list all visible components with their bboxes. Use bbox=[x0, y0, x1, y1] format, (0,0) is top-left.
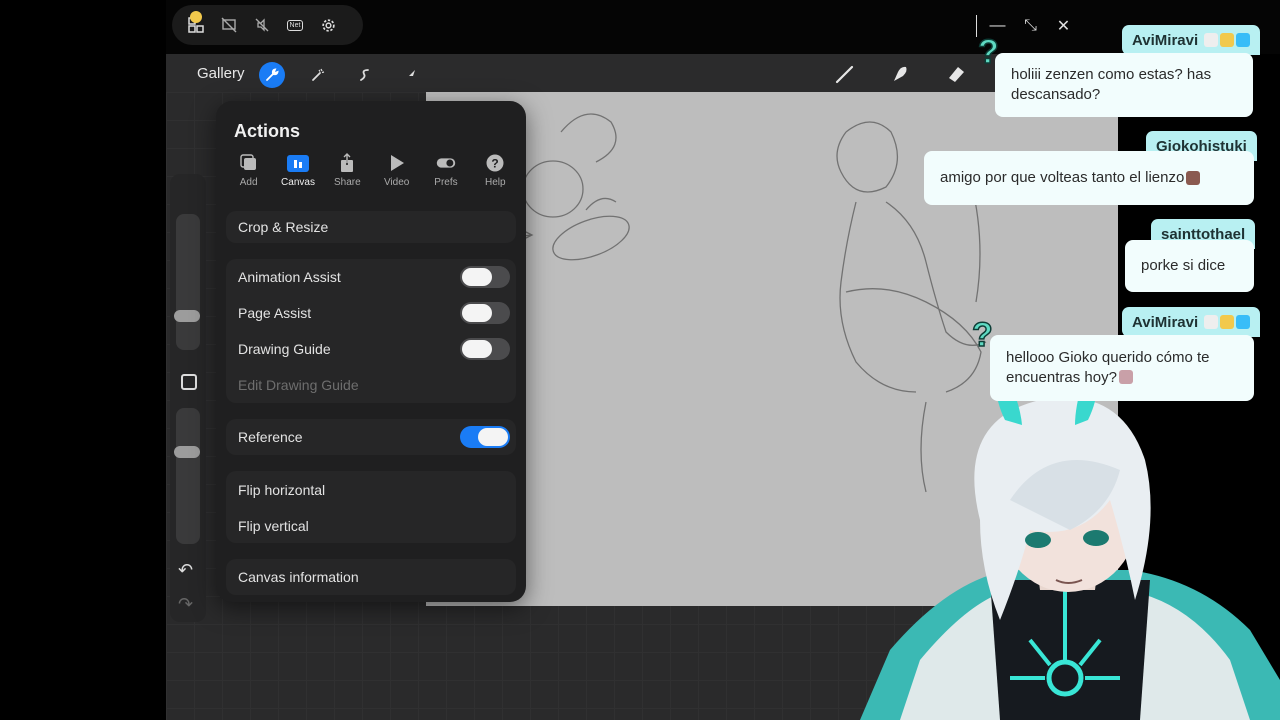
crop-resize-item[interactable]: Crop & Resize bbox=[238, 219, 328, 235]
tab-prefs[interactable]: Prefs bbox=[421, 153, 470, 188]
chat-message-text: amigo por que volteas tanto el lienzo bbox=[940, 169, 1185, 186]
emote-icon bbox=[1186, 171, 1201, 185]
close-button[interactable]: ✕ bbox=[1047, 12, 1080, 40]
badge bbox=[1236, 315, 1251, 329]
badge bbox=[1204, 315, 1219, 329]
tab-label: Prefs bbox=[434, 177, 458, 188]
help-icon: ? bbox=[485, 153, 505, 173]
tab-label: Canvas bbox=[281, 177, 315, 188]
flip-vertical-item[interactable]: Flip vertical bbox=[238, 518, 309, 534]
share-icon bbox=[337, 153, 357, 173]
question-mark-icon: ? bbox=[971, 315, 993, 355]
brush-icon[interactable] bbox=[831, 62, 859, 86]
reference-group: Reference bbox=[226, 419, 516, 455]
chat-message: hellooo Gioko querido cómo te encuentras … bbox=[990, 335, 1254, 401]
crop-group: Crop & Resize bbox=[226, 211, 516, 243]
chat-message: amigo por que volteas tanto el lienzo bbox=[924, 151, 1254, 205]
window-divider bbox=[976, 15, 977, 37]
tab-help[interactable]: ? Help bbox=[471, 153, 520, 188]
left-black-band bbox=[0, 0, 166, 720]
chat-username-text: AviMiravi bbox=[1132, 313, 1199, 331]
page-assist-toggle[interactable] bbox=[460, 302, 510, 324]
vtuber-avatar bbox=[860, 380, 1280, 720]
chat-message-text: descansado? bbox=[1011, 86, 1101, 103]
tab-add[interactable]: Add bbox=[224, 153, 273, 188]
adjust-icon[interactable] bbox=[305, 62, 331, 88]
tab-label: Share bbox=[333, 177, 361, 188]
eraser-icon[interactable] bbox=[942, 62, 970, 86]
chat-message-text: encuentras hoy? bbox=[1006, 369, 1117, 386]
badge bbox=[1220, 33, 1235, 47]
badge bbox=[1204, 33, 1219, 47]
network-label: Net bbox=[286, 19, 304, 31]
chat-username: AviMiravi bbox=[1122, 25, 1261, 55]
badge bbox=[1220, 315, 1235, 329]
canvas-icon bbox=[286, 155, 309, 172]
left-sidebar: ↶ ↷ bbox=[170, 174, 206, 622]
chat-message-text: porke si dice bbox=[1141, 257, 1226, 274]
tab-label: Help bbox=[485, 177, 506, 188]
drawing-guide-toggle[interactable] bbox=[460, 338, 510, 360]
assist-group: Animation Assist Page Assist Drawing Gui… bbox=[226, 259, 516, 403]
tab-label: Video bbox=[383, 177, 410, 188]
brush-size-slider[interactable] bbox=[174, 214, 200, 350]
chat-message: holiii zenzen como estas? has descansado? bbox=[995, 53, 1253, 117]
notification-dot bbox=[190, 11, 202, 23]
redo-icon[interactable]: ↷ bbox=[178, 594, 193, 615]
edit-drawing-guide-item[interactable]: Edit Drawing Guide bbox=[238, 377, 359, 393]
screen-off-icon[interactable] bbox=[219, 15, 239, 35]
chat-message-text: hellooo Gioko querido cómo te bbox=[1006, 349, 1210, 366]
gear-icon[interactable] bbox=[318, 15, 338, 35]
tab-share[interactable]: Share bbox=[323, 153, 372, 188]
add-icon bbox=[239, 153, 259, 173]
canvas-info-group: Canvas information bbox=[226, 559, 516, 595]
reference-toggle[interactable] bbox=[460, 426, 510, 448]
chat-username: AviMiravi bbox=[1122, 307, 1261, 337]
opacity-slider[interactable] bbox=[174, 408, 200, 544]
tab-canvas[interactable]: Canvas bbox=[273, 153, 322, 188]
user-badges bbox=[1204, 315, 1251, 329]
smudge-icon[interactable] bbox=[886, 62, 914, 86]
opacity-knob[interactable] bbox=[174, 446, 200, 458]
animation-assist-label: Animation Assist bbox=[238, 269, 341, 285]
actions-title: Actions bbox=[234, 121, 301, 141]
actions-panel: Actions Add Canvas Share Video Prefs ? H… bbox=[216, 101, 526, 602]
badge bbox=[1236, 33, 1251, 47]
user-badges bbox=[1204, 33, 1251, 47]
brush-size-knob[interactable] bbox=[174, 310, 200, 322]
toggle-icon bbox=[436, 153, 456, 173]
tab-video[interactable]: Video bbox=[372, 153, 421, 188]
chat-username-text: AviMiravi bbox=[1132, 31, 1199, 49]
transform-icon[interactable] bbox=[397, 62, 423, 88]
svg-text:?: ? bbox=[492, 157, 499, 171]
undo-icon[interactable]: ↶ bbox=[178, 560, 193, 581]
play-icon bbox=[387, 153, 407, 173]
canvas-information-item[interactable]: Canvas information bbox=[238, 569, 359, 585]
chat-message: porke si dice bbox=[1125, 240, 1254, 292]
actions-tabs: Add Canvas Share Video Prefs ? Help bbox=[224, 153, 520, 188]
selection-icon[interactable] bbox=[352, 62, 378, 88]
network-icon[interactable]: Net bbox=[285, 15, 305, 35]
mute-icon[interactable] bbox=[252, 15, 272, 35]
tab-label: Add bbox=[239, 177, 258, 188]
emote-icon bbox=[1118, 370, 1133, 384]
drawing-guide-label: Drawing Guide bbox=[238, 341, 331, 357]
mirror-toolbar: Net bbox=[172, 5, 363, 45]
modify-button[interactable] bbox=[181, 374, 197, 390]
question-mark-icon: ? bbox=[977, 32, 999, 72]
shrink-button[interactable]: ⤡ bbox=[1014, 12, 1047, 40]
reference-label: Reference bbox=[238, 429, 303, 445]
chat-message-text: holiii zenzen como estas? has bbox=[1011, 66, 1212, 83]
gallery-button[interactable]: Gallery bbox=[197, 65, 245, 82]
procreate-top-bar: Gallery bbox=[166, 54, 1118, 92]
animation-assist-toggle[interactable] bbox=[460, 266, 510, 288]
flip-group: Flip horizontal Flip vertical bbox=[226, 471, 516, 543]
page-assist-label: Page Assist bbox=[238, 305, 312, 321]
flip-horizontal-item[interactable]: Flip horizontal bbox=[238, 482, 325, 498]
wrench-icon[interactable] bbox=[259, 62, 285, 88]
